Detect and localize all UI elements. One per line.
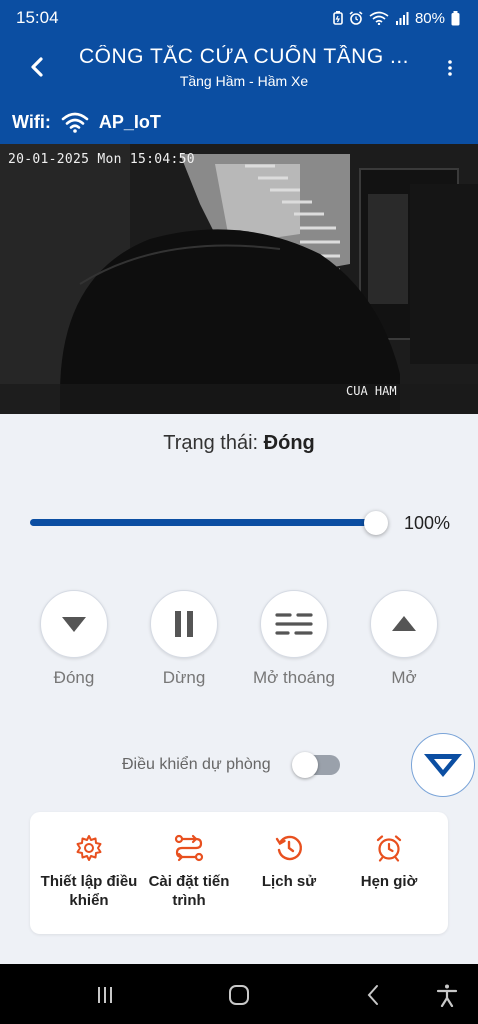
brand-logo-icon (424, 754, 462, 777)
back-icon (367, 985, 378, 1005)
page-subtitle: Tầng Hầm - Hầm Xe (179, 73, 309, 89)
action-process-settings[interactable]: Cài đặt tiến trình (134, 832, 244, 910)
page-title: CÔNG TẮC CỬA CUỐN TẦNG ... (78, 45, 410, 68)
action-control-settings[interactable]: Thiết lập điều khiển (34, 832, 144, 910)
signal-icon (395, 12, 409, 25)
close-button[interactable] (40, 590, 108, 658)
slider-value: 100% (404, 513, 451, 533)
accessibility-button[interactable] (432, 982, 462, 1008)
triangle-up-icon (392, 616, 416, 631)
pause-icon (175, 611, 193, 637)
triangle-down-icon (62, 617, 86, 632)
slider-thumb[interactable] (364, 511, 388, 535)
status-icons: 80% (333, 10, 460, 27)
gear-icon (76, 835, 102, 861)
action-label: Hẹn giờ (360, 873, 418, 890)
open-button[interactable] (370, 590, 438, 658)
brand-logo-button[interactable] (411, 733, 475, 797)
position-slider[interactable] (30, 508, 388, 538)
more-menu-button[interactable] (440, 54, 460, 82)
action-label: Cài đặt tiến trình (148, 873, 230, 909)
recent-apps-icon (98, 987, 112, 1003)
close-label: Đóng (53, 668, 95, 687)
toggle-knob (292, 752, 318, 778)
wifi-icon (369, 11, 389, 25)
alarm-icon (349, 11, 363, 25)
battery-percent: 80% (414, 9, 445, 27)
backup-control-toggle[interactable] (292, 752, 340, 778)
slider-fill (30, 519, 376, 526)
app-bar: CÔNG TẮC CỬA CUỐN TẦNG ... Tầng Hầm - Hầ… (0, 36, 478, 100)
action-timer[interactable]: Hẹn giờ (334, 832, 444, 891)
status-bar: 15:04 80% (0, 0, 478, 36)
route-icon (174, 834, 204, 862)
back-button[interactable] (20, 50, 54, 84)
backup-control-label: Điều khiển dự phòng (122, 756, 271, 773)
wifi-icon (61, 111, 89, 133)
home-button[interactable] (224, 982, 254, 1008)
more-vertical-icon (448, 60, 452, 76)
camera-timestamp: 20-01-2025 Mon 15:04:50 (8, 152, 195, 167)
wifi-label: Wifi: (12, 111, 51, 132)
battery-saver-icon (333, 11, 343, 25)
state-value: Đóng (263, 432, 315, 454)
nav-back-button[interactable] (358, 982, 388, 1008)
vent-open-icon (275, 613, 313, 635)
door-state: Trạng thái: Đóng (0, 432, 478, 455)
actions-card: Thiết lập điều khiển Cài đặt tiến trình … (30, 812, 448, 934)
recent-apps-button[interactable] (90, 982, 120, 1008)
state-label: Trạng thái: (163, 432, 259, 454)
open-label: Mở (391, 668, 417, 687)
camera-label: CUA HAM (346, 384, 397, 398)
battery-icon (451, 10, 460, 25)
camera-feed[interactable]: 20-01-2025 Mon 15:04:50 CUA HAM (0, 144, 478, 414)
wifi-ssid: AP_IoT (98, 111, 161, 132)
camera-image (0, 144, 478, 414)
history-icon (275, 835, 303, 861)
action-label: Thiết lập điều khiển (40, 873, 138, 909)
vent-open-button[interactable] (260, 590, 328, 658)
stop-button[interactable] (150, 590, 218, 658)
action-history[interactable]: Lịch sử (234, 832, 344, 891)
alarm-clock-icon (376, 835, 402, 862)
chevron-left-icon (31, 57, 43, 77)
stop-label: Dừng (162, 668, 206, 687)
wifi-bar: Wifi: AP_IoT (0, 100, 478, 144)
action-label: Lịch sử (261, 873, 317, 890)
status-time: 15:04 (16, 8, 59, 27)
vent-open-label: Mở thoáng (252, 668, 336, 687)
home-icon (229, 985, 249, 1005)
system-nav-bar (0, 964, 478, 1024)
accessibility-icon (436, 984, 458, 1007)
